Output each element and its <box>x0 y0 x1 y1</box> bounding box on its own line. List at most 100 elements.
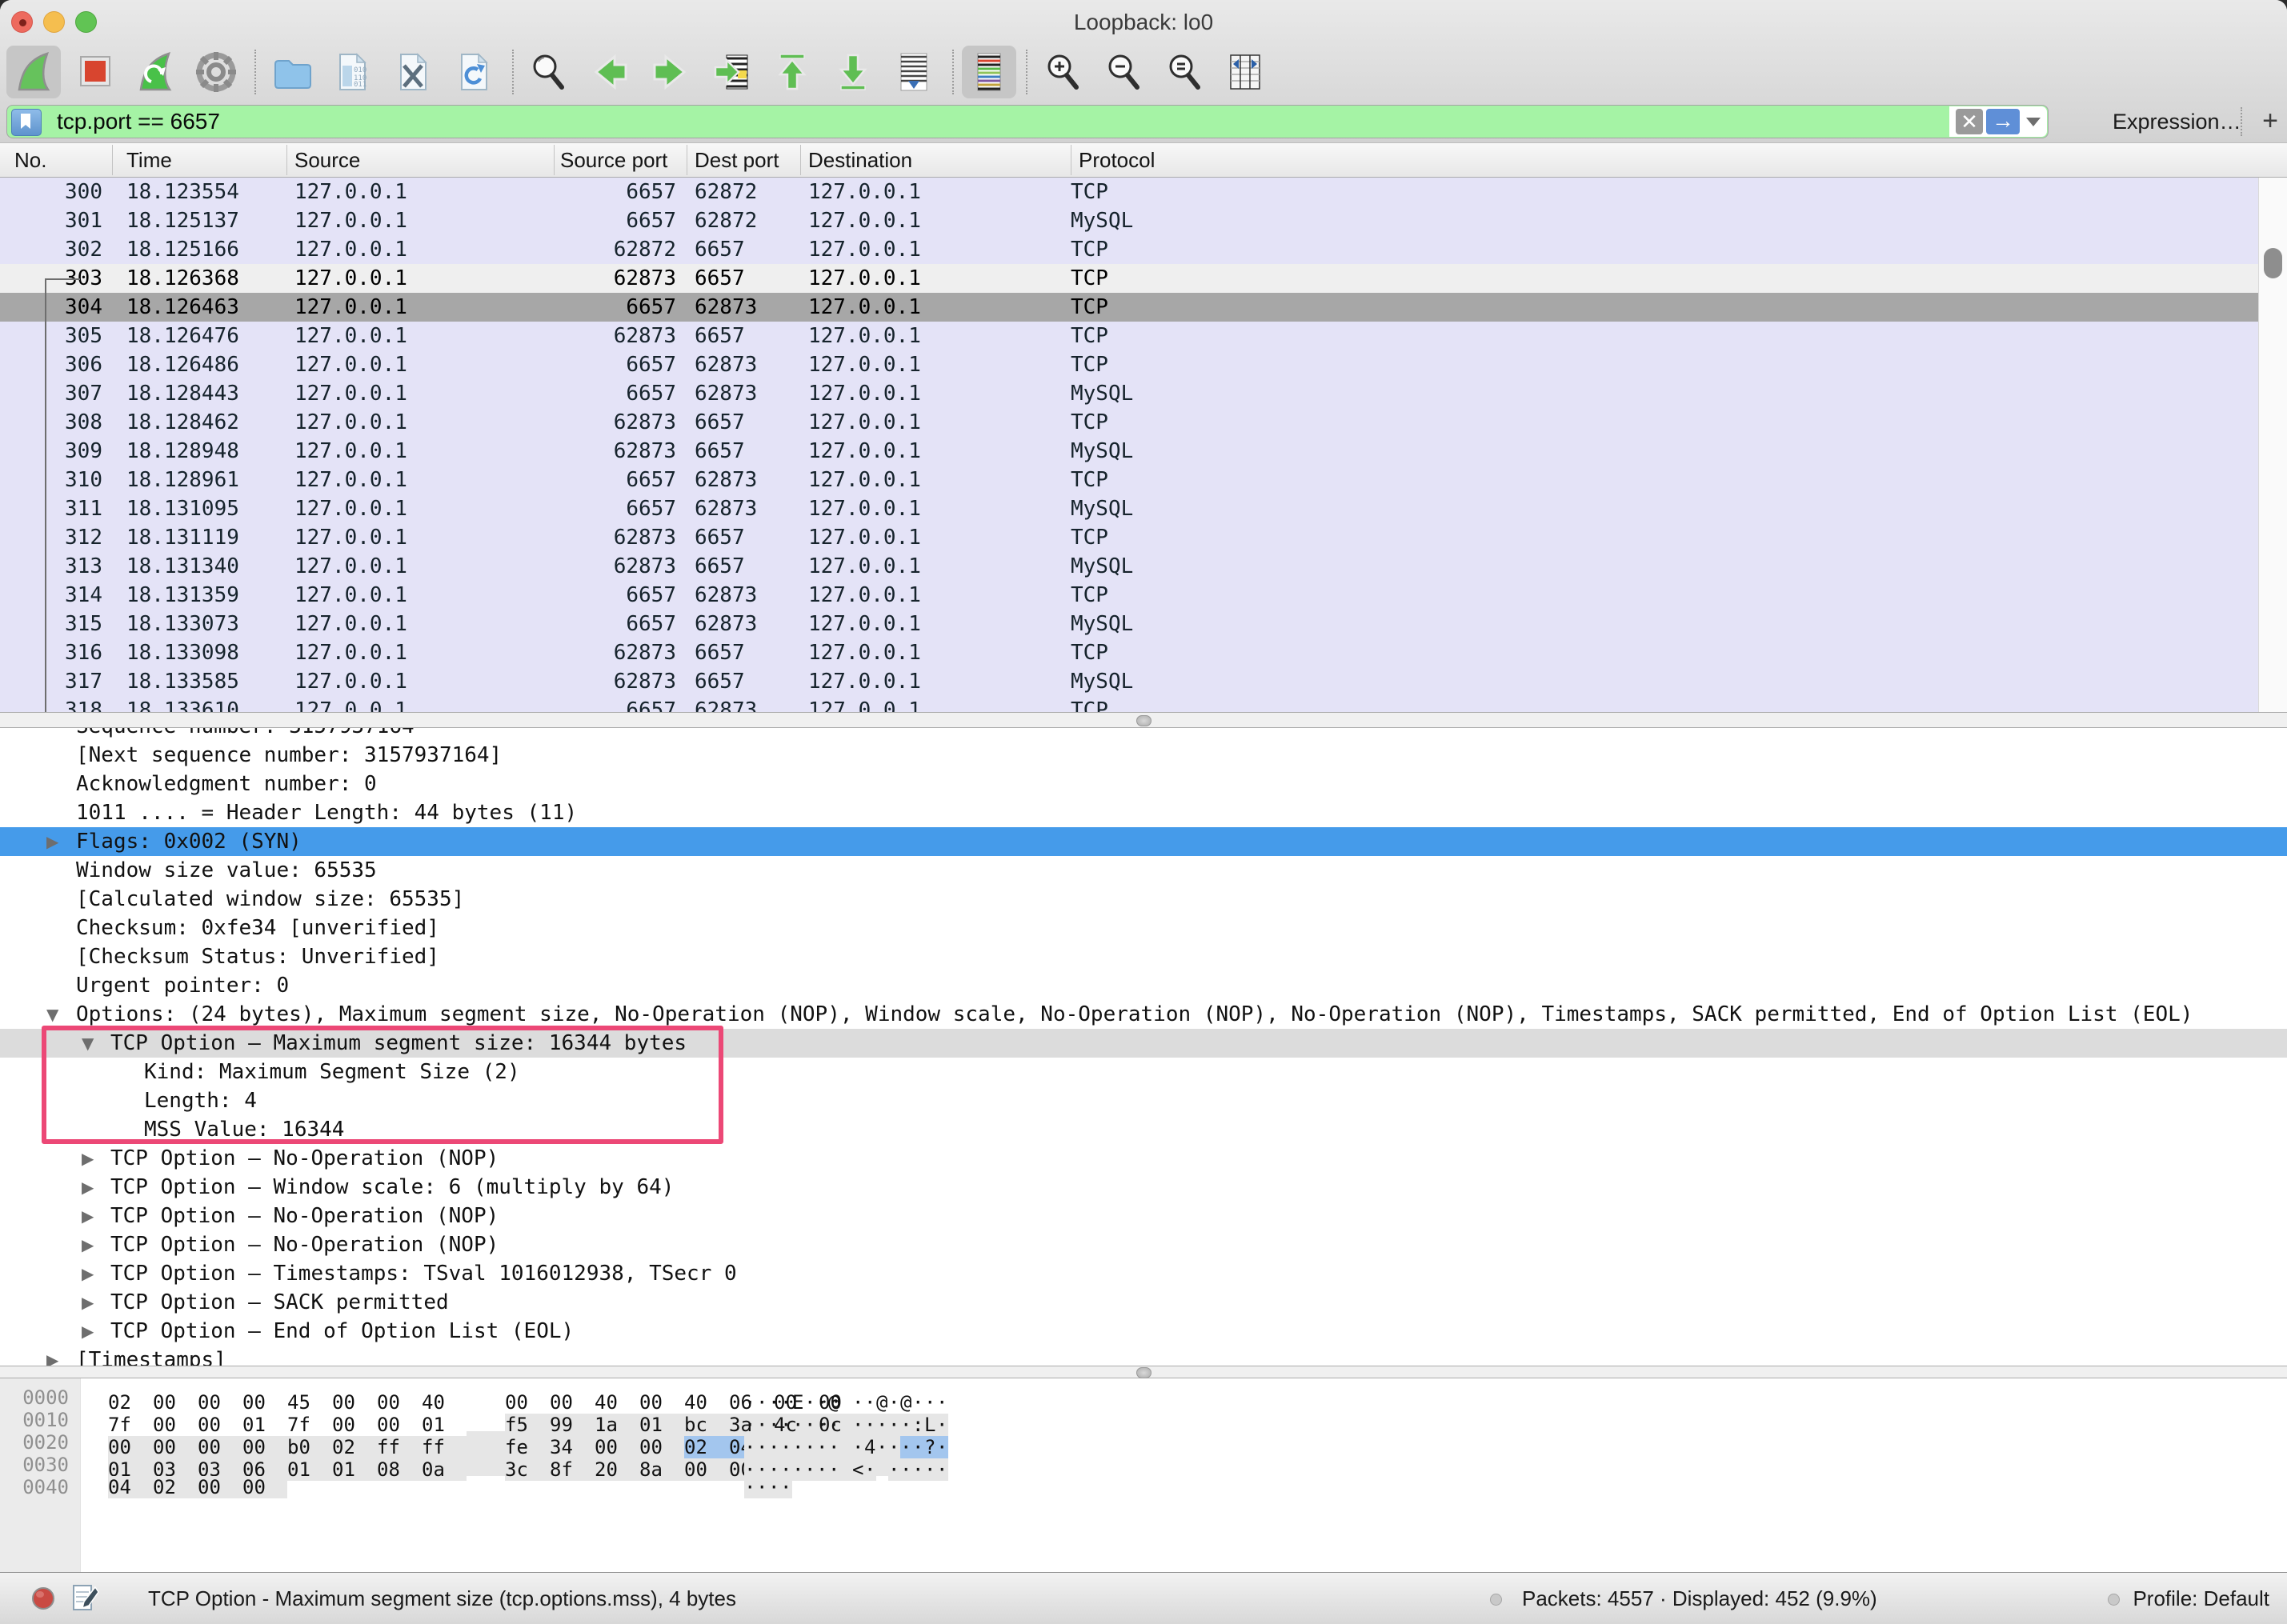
detail-row[interactable]: ▶TCP Option – No-Operation (NOP) <box>0 1202 2287 1230</box>
filter-bookmark-button[interactable] <box>11 109 42 136</box>
expert-info-icon[interactable] <box>30 1586 56 1615</box>
scrollbar-thumb[interactable] <box>2264 248 2282 278</box>
expand-icon[interactable]: ▶ <box>82 1173 94 1202</box>
display-filter-input[interactable]: tcp.port == 6657 ✕ → <box>6 105 2049 138</box>
detail-row[interactable]: Length: 4 <box>0 1086 2287 1115</box>
detail-row[interactable]: ▶TCP Option – Timestamps: TSval 10160129… <box>0 1259 2287 1288</box>
packet-row[interactable]: 31118.131095127.0.0.1665762873127.0.0.1M… <box>0 494 2287 523</box>
zoom-reset-button[interactable] <box>1157 46 1212 98</box>
collapse-icon[interactable]: ▼ <box>46 1000 58 1029</box>
packet-row[interactable]: 31218.131119127.0.0.1628736657127.0.0.1T… <box>0 523 2287 552</box>
expand-icon[interactable]: ▶ <box>82 1259 94 1288</box>
start-capture-button[interactable] <box>6 46 61 98</box>
detail-row[interactable]: Sequence number: 3157937164 <box>0 728 2287 741</box>
column-divider[interactable] <box>286 145 287 175</box>
expand-icon[interactable]: ▶ <box>46 827 58 856</box>
reload-file-button[interactable] <box>447 46 501 98</box>
expression-button[interactable]: Expression… <box>2113 105 2241 138</box>
packet-row[interactable]: 31718.133585127.0.0.1628736657127.0.0.1M… <box>0 667 2287 696</box>
hex-row[interactable]: 000002000000450000400000400040060000····… <box>0 1386 2287 1409</box>
packet-row[interactable]: 30318.126368127.0.0.1628736657127.0.0.1T… <box>0 264 2287 293</box>
collapse-icon[interactable]: ▼ <box>82 1029 94 1058</box>
splitter-grip-icon[interactable] <box>1136 1367 1152 1378</box>
zoom-window-button[interactable] <box>75 11 97 33</box>
column-header-no[interactable]: No. <box>14 143 46 177</box>
add-filter-button[interactable]: + <box>2257 105 2284 138</box>
column-header-source[interactable]: Source <box>294 143 360 177</box>
detail-row[interactable]: MSS Value: 16344 <box>0 1115 2287 1144</box>
zoom-in-button[interactable] <box>1035 46 1090 98</box>
expand-icon[interactable]: ▶ <box>46 1346 58 1366</box>
column-divider[interactable] <box>112 145 113 175</box>
previous-packet-button[interactable] <box>583 46 637 98</box>
packet-row[interactable]: 30518.126476127.0.0.1628736657127.0.0.1T… <box>0 322 2287 350</box>
column-header-time[interactable]: Time <box>126 143 172 177</box>
packet-row[interactable]: 30718.128443127.0.0.1665762873127.0.0.1M… <box>0 379 2287 408</box>
list-details-splitter[interactable] <box>0 712 2287 728</box>
detail-row[interactable]: ▶TCP Option – No-Operation (NOP) <box>0 1144 2287 1173</box>
detail-row[interactable]: ▶TCP Option – Window scale: 6 (multiply … <box>0 1173 2287 1202</box>
save-file-button[interactable]: 010110011 <box>325 46 379 98</box>
packet-row[interactable]: 31318.131340127.0.0.1628736657127.0.0.1M… <box>0 552 2287 581</box>
zoom-out-button[interactable] <box>1096 46 1151 98</box>
find-packet-button[interactable] <box>522 46 576 98</box>
column-header-dest-port[interactable]: Dest port <box>695 143 779 177</box>
detail-row[interactable]: [Calculated window size: 65535] <box>0 885 2287 914</box>
detail-row[interactable]: [Next sequence number: 3157937164] <box>0 741 2287 770</box>
column-header-protocol[interactable]: Protocol <box>1079 143 1155 177</box>
detail-row[interactable]: Checksum: 0xfe34 [unverified] <box>0 914 2287 942</box>
next-packet-button[interactable] <box>643 46 698 98</box>
detail-row[interactable]: ▶Flags: 0x002 (SYN) <box>0 827 2287 856</box>
detail-row[interactable]: 1011 .... = Header Length: 44 bytes (11) <box>0 798 2287 827</box>
column-divider[interactable] <box>800 145 801 175</box>
detail-row[interactable]: ▶TCP Option – End of Option List (EOL) <box>0 1317 2287 1346</box>
detail-row[interactable]: Urgent pointer: 0 <box>0 971 2287 1000</box>
resize-columns-button[interactable] <box>1218 46 1272 98</box>
splitter-grip-icon[interactable] <box>1136 715 1152 726</box>
expand-icon[interactable]: ▶ <box>82 1230 94 1259</box>
minimize-window-button[interactable] <box>43 11 65 33</box>
open-file-button[interactable] <box>264 46 318 98</box>
packet-row[interactable]: 31018.128961127.0.0.1665762873127.0.0.1T… <box>0 466 2287 494</box>
packet-row[interactable]: 31618.133098127.0.0.1628736657127.0.0.1T… <box>0 638 2287 667</box>
hex-row[interactable]: 002000000000b002fffffe34000002043fd8····… <box>0 1431 2287 1454</box>
detail-row[interactable]: Window size value: 65535 <box>0 856 2287 885</box>
stop-capture-button[interactable] <box>67 46 122 98</box>
capture-comment-icon[interactable] <box>69 1582 101 1618</box>
column-header-destination[interactable]: Destination <box>808 143 912 177</box>
detail-row[interactable]: [Checksum Status: Unverified] <box>0 942 2287 971</box>
capture-options-button[interactable] <box>189 46 243 98</box>
auto-scroll-button[interactable] <box>887 46 941 98</box>
packet-row[interactable]: 30418.126463127.0.0.1665762873127.0.0.1T… <box>0 293 2287 322</box>
packet-list-scrollbar[interactable] <box>2258 178 2287 712</box>
expand-icon[interactable]: ▶ <box>82 1288 94 1317</box>
detail-row[interactable]: ▶TCP Option – No-Operation (NOP) <box>0 1230 2287 1259</box>
detail-row[interactable]: Kind: Maximum Segment Size (2) <box>0 1058 2287 1086</box>
close-window-button[interactable] <box>11 11 33 33</box>
filter-history-dropdown-icon[interactable] <box>2026 118 2041 126</box>
expand-icon[interactable]: ▶ <box>82 1144 94 1173</box>
packet-row[interactable]: 30618.126486127.0.0.1665762873127.0.0.1T… <box>0 350 2287 379</box>
last-packet-button[interactable] <box>826 46 880 98</box>
expand-icon[interactable]: ▶ <box>82 1202 94 1230</box>
detail-row[interactable]: ▼TCP Option – Maximum segment size: 1634… <box>0 1029 2287 1058</box>
packet-row[interactable]: 31518.133073127.0.0.1665762873127.0.0.1M… <box>0 610 2287 638</box>
packet-row[interactable]: 30218.125166127.0.0.1628726657127.0.0.1T… <box>0 235 2287 264</box>
hex-row[interactable]: 0030010303060101080a3c8f208a00000000····… <box>0 1454 2287 1476</box>
column-header-source-port[interactable]: Source port <box>560 143 667 177</box>
packet-row[interactable]: 31418.131359127.0.0.1665762873127.0.0.1T… <box>0 581 2287 610</box>
restart-capture-button[interactable] <box>128 46 182 98</box>
detail-row[interactable]: Acknowledgment number: 0 <box>0 770 2287 798</box>
detail-row[interactable]: ▶TCP Option – SACK permitted <box>0 1288 2287 1317</box>
packet-row[interactable]: 30118.125137127.0.0.1665762872127.0.0.1M… <box>0 206 2287 235</box>
first-packet-button[interactable] <box>765 46 819 98</box>
packet-row[interactable]: 30818.128462127.0.0.1628736657127.0.0.1T… <box>0 408 2287 437</box>
packet-row[interactable]: 30918.128948127.0.0.1628736657127.0.0.1M… <box>0 437 2287 466</box>
apply-filter-button[interactable]: → <box>1986 109 2020 134</box>
detail-row[interactable]: ▶[Timestamps] <box>0 1346 2287 1366</box>
hex-row[interactable]: 004004020000···· <box>0 1476 2287 1498</box>
go-to-packet-button[interactable] <box>704 46 759 98</box>
column-divider[interactable] <box>554 145 555 175</box>
profile-indicator[interactable]: Profile: Default <box>2133 1573 2269 1624</box>
detail-row[interactable]: ▼Options: (24 bytes), Maximum segment si… <box>0 1000 2287 1029</box>
